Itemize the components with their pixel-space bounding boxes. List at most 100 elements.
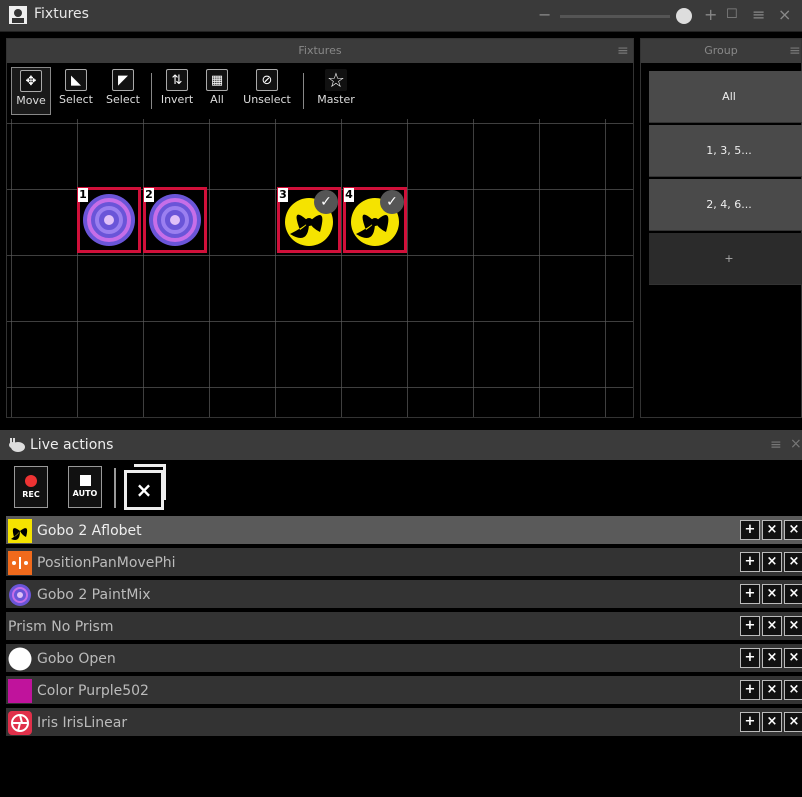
toolbar-divider [303,73,304,109]
select-area-tool-button[interactable]: ◤ Select [101,67,145,115]
live-actions-header: Live actions ≡ × [0,430,802,460]
unselect-icon: ⊘ [256,69,278,91]
delete-button[interactable]: × [784,680,802,700]
live-actions-title: Live actions [30,437,114,453]
window-close-button[interactable]: × [778,5,791,24]
select-icon: ◣ [65,69,87,91]
group-odd-button[interactable]: 1, 3, 5... [649,125,802,177]
group-panel-title: Group [704,44,738,57]
add-button[interactable]: + [740,712,760,732]
remove-button[interactable]: × [762,584,782,604]
remove-button[interactable]: × [762,648,782,668]
gobo-aflobet-icon [8,519,32,543]
maximize-button[interactable]: ☐ [726,7,738,22]
live-action-label: Gobo 2 Aflobet [37,523,142,539]
add-group-button[interactable]: + [649,233,802,285]
invert-button[interactable]: ⇅ Invert [157,67,197,115]
record-button[interactable]: REC [14,466,48,508]
select-tool-label: Select [59,93,93,106]
record-icon [25,475,37,487]
add-button[interactable]: + [740,648,760,668]
group-panel-header: Group [641,39,801,63]
delete-button[interactable]: × [784,616,802,636]
zoom-slider-handle[interactable] [676,8,692,24]
zoom-out-button[interactable]: − [538,5,551,24]
fixture-number: 1 [78,188,88,202]
rabbit-icon [9,438,25,452]
iris-icon [8,711,32,735]
select-all-button[interactable]: ▦ All [201,67,233,115]
zoom-in-button[interactable]: + [704,5,717,24]
fixtures-panel: Fixtures ≡ ✥ Move ◣ Select ◤ Select ⇅ In… [6,38,634,418]
live-action-row[interactable]: Iris IrisLinear + × × [6,708,802,738]
fixture-2[interactable]: 2 [143,187,207,253]
add-button[interactable]: + [740,552,760,572]
remove-button[interactable]: × [762,680,782,700]
fixtures-panel-header: Fixtures [7,39,633,63]
fixtures-panel-menu-icon[interactable]: ≡ [617,43,629,59]
master-button[interactable]: ☆ Master [309,67,363,115]
fixture-4[interactable]: 4 ✓ [343,187,407,253]
zoom-slider-track[interactable] [560,15,670,18]
fixture-1[interactable]: 1 [77,187,141,253]
fixture-number: 2 [144,188,154,202]
fixture-3[interactable]: 3 ✓ [277,187,341,253]
gobo-paintmix-icon [9,584,31,606]
color-swatch-icon [8,679,32,703]
fixture-grid[interactable]: 1 2 3 ✓ 4 ✓ [7,119,633,417]
delete-button[interactable]: × [784,520,802,540]
select-tool-button[interactable]: ◣ Select [55,67,97,115]
group-even-button[interactable]: 2, 4, 6... [649,179,802,231]
auto-button[interactable]: AUTO [68,466,102,508]
live-actions-close-icon[interactable]: × [790,436,802,452]
delete-button[interactable]: × [784,712,802,732]
remove-button[interactable]: × [762,616,782,636]
fixture-number: 4 [344,188,354,202]
live-action-label: Prism No Prism [8,619,114,635]
star-icon: ☆ [325,68,347,92]
unselect-label: Unselect [243,93,291,106]
group-panel: Group ≡ All 1, 3, 5... 2, 4, 6... + [640,38,802,418]
toolbar-divider [151,73,152,109]
check-icon: ✓ [380,190,404,214]
master-label: Master [317,93,355,106]
delete-button[interactable]: × [784,648,802,668]
delete-button[interactable]: × [784,552,802,572]
auto-label: AUTO [72,489,98,498]
live-action-label: Gobo Open [37,651,116,667]
live-actions-menu-icon[interactable]: ≡ [770,437,782,453]
live-action-row[interactable]: PositionPanMovePhi + × × [6,548,802,578]
group-panel-menu-icon[interactable]: ≡ [789,43,801,59]
toolbar-divider [114,468,116,508]
add-button[interactable]: + [740,680,760,700]
add-button[interactable]: + [740,616,760,636]
record-label: REC [22,490,40,499]
add-button[interactable]: + [740,520,760,540]
live-action-row[interactable]: Prism No Prism + × × [6,612,802,642]
live-action-row[interactable]: Gobo 2 PaintMix + × × [6,580,802,610]
add-button[interactable]: + [740,584,760,604]
clear-all-button[interactable]: × [124,470,164,510]
live-action-row[interactable]: Color Purple502 + × × [6,676,802,706]
window-title-bar: Fixtures − + ☐ ≡ × [0,0,802,32]
select-all-label: All [210,93,224,106]
live-action-row[interactable]: Gobo 2 Aflobet + × × [6,516,802,546]
position-icon [8,551,32,575]
check-icon: ✓ [314,190,338,214]
window-menu-button[interactable]: ≡ [752,5,765,24]
select-all-icon: ▦ [206,69,228,91]
remove-button[interactable]: × [762,520,782,540]
group-all-button[interactable]: All [649,71,802,123]
move-tool-label: Move [16,94,46,107]
move-tool-button[interactable]: ✥ Move [11,67,51,115]
fixtures-panel-title: Fixtures [298,44,342,57]
live-action-label: Iris IrisLinear [37,715,128,731]
live-action-row[interactable]: Gobo Open + × × [6,644,802,674]
fixture-number: 3 [278,188,288,202]
remove-button[interactable]: × [762,712,782,732]
gobo-open-icon [8,647,32,671]
remove-button[interactable]: × [762,552,782,572]
delete-button[interactable]: × [784,584,802,604]
unselect-button[interactable]: ⊘ Unselect [237,67,297,115]
fixture-app-icon [9,6,27,24]
